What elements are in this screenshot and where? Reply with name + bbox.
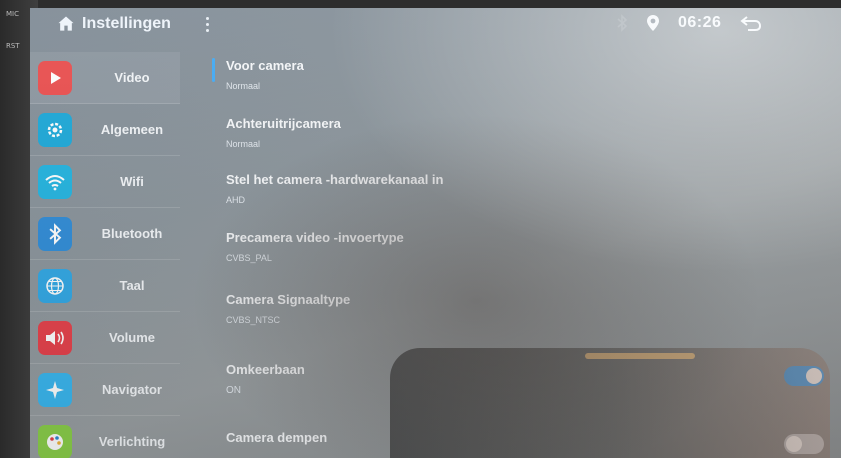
setting-value: Normaal: [226, 139, 261, 149]
toggle-knob: [786, 436, 802, 452]
setting-omkeerbaan[interactable]: Omkeerbaan ON: [226, 362, 826, 396]
gear-icon: [38, 112, 72, 147]
setting-title: Achteruitrijcamera: [226, 116, 341, 131]
selection-indicator: [212, 58, 215, 82]
sidebar-item-label: Bluetooth: [101, 226, 163, 241]
settings-list: Voor camera Normaal Achteruitrijcamera N…: [212, 52, 832, 458]
sidebar-item-volume[interactable]: Volume: [30, 312, 180, 364]
settings-sidebar: Video Algemeen Wifi Bluetooth Taal Volum…: [30, 52, 180, 458]
sidebar-item-verlichting[interactable]: Verlichting: [30, 416, 180, 458]
setting-camera-dempen[interactable]: Camera dempen: [226, 430, 826, 445]
camera-dempen-toggle[interactable]: [784, 434, 824, 454]
head-unit-screen: Instellingen 06:26 Video Algemeen Wifi B…: [30, 8, 841, 458]
bezel-mark-mic: MIC: [6, 10, 19, 18]
sidebar-item-label: Navigator: [102, 382, 162, 397]
setting-title: Precamera video -invoertype: [226, 230, 404, 245]
setting-value: ON: [226, 385, 241, 396]
speaker-icon: [38, 320, 72, 355]
setting-precamera-invoertype[interactable]: Precamera video -invoertype CVBS_PAL: [226, 230, 826, 263]
compass-icon: [38, 372, 72, 407]
bluetooth-icon: [38, 216, 72, 251]
globe-icon: [38, 268, 72, 303]
setting-title: Omkeerbaan: [226, 362, 305, 377]
sidebar-item-label: Wifi: [120, 174, 144, 189]
setting-value: CVBS_PAL: [226, 253, 272, 263]
setting-title: Camera Signaaltype: [226, 292, 351, 307]
bezel-mark-rst: RST: [6, 42, 20, 50]
sidebar-item-label: Algemeen: [100, 122, 164, 137]
sidebar-item-bluetooth[interactable]: Bluetooth: [30, 208, 180, 260]
setting-title: Stel het camera -hardwarekanaal in: [226, 172, 444, 187]
page-title: Instellingen: [82, 15, 171, 32]
sidebar-item-wifi[interactable]: Wifi: [30, 156, 180, 208]
sidebar-item-label: Verlichting: [98, 434, 166, 449]
more-options-icon[interactable]: [206, 17, 209, 32]
status-bar: Instellingen 06:26: [30, 8, 841, 42]
home-button[interactable]: Instellingen: [56, 14, 171, 34]
device-bezel-top: [0, 0, 841, 8]
palette-icon: [38, 424, 72, 458]
setting-value: CVBS_NTSC: [226, 315, 281, 325]
sidebar-item-algemeen[interactable]: Algemeen: [30, 104, 180, 156]
sidebar-item-navigator[interactable]: Navigator: [30, 364, 180, 416]
setting-value: Normaal: [226, 81, 261, 91]
location-pin-icon: [647, 15, 659, 31]
clock: 06:26: [678, 14, 722, 31]
setting-camera-signaaltype[interactable]: Camera Signaaltype CVBS_NTSC: [226, 292, 826, 325]
toggle-knob: [806, 368, 822, 384]
sidebar-item-label: Taal: [119, 278, 145, 293]
play-icon: [38, 60, 72, 95]
setting-value: AHD: [226, 195, 246, 205]
wifi-icon: [38, 164, 72, 199]
setting-voor-camera[interactable]: Voor camera Normaal: [226, 58, 826, 91]
sidebar-item-video[interactable]: Video: [30, 52, 180, 104]
setting-achteruitrijcamera[interactable]: Achteruitrijcamera Normaal: [226, 116, 826, 149]
back-arrow-icon[interactable]: [739, 14, 763, 32]
sidebar-item-label: Video: [114, 70, 150, 85]
setting-camera-hardwarekanaal[interactable]: Stel het camera -hardwarekanaal in AHD: [226, 172, 826, 205]
status-icons: 06:26: [616, 14, 763, 32]
omkeerbaan-toggle[interactable]: [784, 366, 824, 386]
setting-title: Camera dempen: [226, 430, 328, 445]
sidebar-item-label: Volume: [109, 330, 155, 345]
photo-frame: MIC RST Instellingen 06:26 Video Algemee…: [0, 0, 841, 458]
setting-title: Voor camera: [226, 58, 304, 73]
bluetooth-status-icon: [617, 14, 628, 32]
sidebar-item-taal[interactable]: Taal: [30, 260, 180, 312]
home-icon: [58, 16, 74, 31]
